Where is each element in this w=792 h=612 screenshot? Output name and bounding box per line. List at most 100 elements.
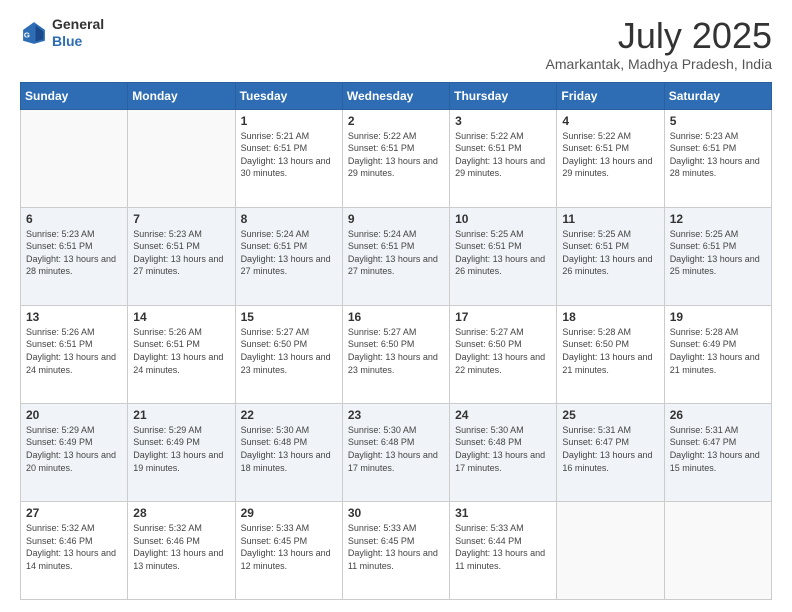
day-number: 17	[455, 310, 551, 324]
calendar-cell: 26 Sunrise: 5:31 AM Sunset: 6:47 PM Dayli…	[664, 403, 771, 501]
calendar-cell	[557, 501, 664, 599]
calendar-week-3: 13 Sunrise: 5:26 AM Sunset: 6:51 PM Dayli…	[21, 305, 772, 403]
calendar-cell: 23Sunrise: 5:30 AM Sunset: 6:48 PM Dayli…	[342, 403, 449, 501]
day-info: Sunrise: 5:25 AM Sunset: 6:51 PM Dayligh…	[562, 228, 658, 278]
day-number: 1	[241, 114, 337, 128]
day-info: Sunrise: 5:29 AM Sunset: 6:49 PM Dayligh…	[133, 424, 229, 474]
day-info: Sunrise: 5:27 AM Sunset: 6:50 PM Dayligh…	[455, 326, 551, 376]
day-info: Sunrise: 5:25 AM Sunset: 6:51 PM Dayligh…	[455, 228, 551, 278]
calendar-week-5: 27Sunrise: 5:32 AM Sunset: 6:46 PM Dayli…	[21, 501, 772, 599]
day-info: Sunrise: 5:23 AM Sunset: 6:51 PM Dayligh…	[133, 228, 229, 278]
calendar-cell: 30 Sunrise: 5:33 AM Sunset: 6:45 PM Dayli…	[342, 501, 449, 599]
day-info: Sunrise: 5:27 AM Sunset: 6:50 PM Dayligh…	[348, 326, 444, 376]
day-info: Sunrise: 5:30 AM Sunset: 6:48 PM Dayligh…	[348, 424, 444, 474]
day-number: 31	[455, 506, 551, 520]
calendar-header-row: SundayMondayTuesdayWednesdayThursdayFrid…	[21, 82, 772, 109]
calendar-cell: 7Sunrise: 5:23 AM Sunset: 6:51 PM Daylig…	[128, 207, 235, 305]
day-info: Sunrise: 5:22 AM Sunset: 6:51 PM Dayligh…	[455, 130, 551, 180]
day-number: 28	[133, 506, 229, 520]
day-info: Sunrise: 5:23 AM Sunset: 6:51 PM Dayligh…	[670, 130, 766, 180]
day-info: Sunrise: 5:23 AM Sunset: 6:51 PM Dayligh…	[26, 228, 122, 278]
day-info: Sunrise: 5:21 AM Sunset: 6:51 PM Dayligh…	[241, 130, 337, 180]
calendar-cell: 25 Sunrise: 5:31 AM Sunset: 6:47 PM Dayli…	[557, 403, 664, 501]
day-number: 13	[26, 310, 122, 324]
day-number: 24	[455, 408, 551, 422]
day-info: Sunrise: 5:30 AM Sunset: 6:48 PM Dayligh…	[241, 424, 337, 474]
logo-line2: Blue	[52, 33, 104, 50]
day-number: 20	[26, 408, 122, 422]
day-info: Sunrise: 5:28 AM Sunset: 6:50 PM Dayligh…	[562, 326, 658, 376]
day-info: Sunrise: 5:31 AM Sunset: 6:47 PM Dayligh…	[562, 424, 658, 474]
day-number: 26	[670, 408, 766, 422]
day-header-wednesday: Wednesday	[342, 82, 449, 109]
day-number: 4	[562, 114, 658, 128]
title-block: July 2025 Amarkantak, Madhya Pradesh, In…	[546, 16, 772, 72]
logo-line1: General	[52, 16, 104, 33]
calendar-cell: 22Sunrise: 5:30 AM Sunset: 6:48 PM Dayli…	[235, 403, 342, 501]
day-info: Sunrise: 5:26 AM Sunset: 6:51 PM Dayligh…	[133, 326, 229, 376]
calendar-week-1: 1 Sunrise: 5:21 AM Sunset: 6:51 PM Daylig…	[21, 109, 772, 207]
day-info: Sunrise: 5:28 AM Sunset: 6:49 PM Dayligh…	[670, 326, 766, 376]
day-number: 15	[241, 310, 337, 324]
day-info: Sunrise: 5:26 AM Sunset: 6:51 PM Dayligh…	[26, 326, 122, 376]
calendar-cell: 29Sunrise: 5:33 AM Sunset: 6:45 PM Dayli…	[235, 501, 342, 599]
calendar-cell: 16 Sunrise: 5:27 AM Sunset: 6:50 PM Dayli…	[342, 305, 449, 403]
day-info: Sunrise: 5:33 AM Sunset: 6:45 PM Dayligh…	[348, 522, 444, 572]
calendar-cell: 9 Sunrise: 5:24 AM Sunset: 6:51 PM Daylig…	[342, 207, 449, 305]
day-number: 21	[133, 408, 229, 422]
calendar-week-4: 20 Sunrise: 5:29 AM Sunset: 6:49 PM Dayli…	[21, 403, 772, 501]
calendar-cell: 6Sunrise: 5:23 AM Sunset: 6:51 PM Daylig…	[21, 207, 128, 305]
day-number: 5	[670, 114, 766, 128]
day-number: 16	[348, 310, 444, 324]
day-info: Sunrise: 5:30 AM Sunset: 6:48 PM Dayligh…	[455, 424, 551, 474]
page: G General Blue July 2025 Amarkantak, Mad…	[0, 0, 792, 612]
calendar-cell: 14 Sunrise: 5:26 AM Sunset: 6:51 PM Dayli…	[128, 305, 235, 403]
day-info: Sunrise: 5:22 AM Sunset: 6:51 PM Dayligh…	[348, 130, 444, 180]
day-info: Sunrise: 5:29 AM Sunset: 6:49 PM Dayligh…	[26, 424, 122, 474]
calendar-cell: 20 Sunrise: 5:29 AM Sunset: 6:49 PM Dayli…	[21, 403, 128, 501]
calendar-cell: 5 Sunrise: 5:23 AM Sunset: 6:51 PM Daylig…	[664, 109, 771, 207]
day-number: 14	[133, 310, 229, 324]
calendar-week-2: 6Sunrise: 5:23 AM Sunset: 6:51 PM Daylig…	[21, 207, 772, 305]
day-number: 25	[562, 408, 658, 422]
calendar-cell	[21, 109, 128, 207]
month-title: July 2025	[546, 16, 772, 56]
calendar-cell: 1 Sunrise: 5:21 AM Sunset: 6:51 PM Daylig…	[235, 109, 342, 207]
day-header-monday: Monday	[128, 82, 235, 109]
day-info: Sunrise: 5:32 AM Sunset: 6:46 PM Dayligh…	[26, 522, 122, 572]
day-number: 19	[670, 310, 766, 324]
day-info: Sunrise: 5:24 AM Sunset: 6:51 PM Dayligh…	[348, 228, 444, 278]
day-number: 8	[241, 212, 337, 226]
calendar-cell: 21 Sunrise: 5:29 AM Sunset: 6:49 PM Dayli…	[128, 403, 235, 501]
logo-text: General Blue	[52, 16, 104, 50]
day-header-tuesday: Tuesday	[235, 82, 342, 109]
day-info: Sunrise: 5:24 AM Sunset: 6:51 PM Dayligh…	[241, 228, 337, 278]
calendar-cell: 28 Sunrise: 5:32 AM Sunset: 6:46 PM Dayli…	[128, 501, 235, 599]
calendar-cell: 18Sunrise: 5:28 AM Sunset: 6:50 PM Dayli…	[557, 305, 664, 403]
calendar-cell: 2Sunrise: 5:22 AM Sunset: 6:51 PM Daylig…	[342, 109, 449, 207]
day-number: 9	[348, 212, 444, 226]
day-info: Sunrise: 5:22 AM Sunset: 6:51 PM Dayligh…	[562, 130, 658, 180]
calendar-cell: 4 Sunrise: 5:22 AM Sunset: 6:51 PM Daylig…	[557, 109, 664, 207]
day-header-friday: Friday	[557, 82, 664, 109]
day-info: Sunrise: 5:25 AM Sunset: 6:51 PM Dayligh…	[670, 228, 766, 278]
day-number: 30	[348, 506, 444, 520]
day-header-saturday: Saturday	[664, 82, 771, 109]
day-number: 29	[241, 506, 337, 520]
day-info: Sunrise: 5:33 AM Sunset: 6:44 PM Dayligh…	[455, 522, 551, 572]
calendar-cell: 12 Sunrise: 5:25 AM Sunset: 6:51 PM Dayli…	[664, 207, 771, 305]
svg-text:G: G	[24, 30, 30, 39]
day-info: Sunrise: 5:27 AM Sunset: 6:50 PM Dayligh…	[241, 326, 337, 376]
calendar-cell: 11Sunrise: 5:25 AM Sunset: 6:51 PM Dayli…	[557, 207, 664, 305]
calendar-cell: 10Sunrise: 5:25 AM Sunset: 6:51 PM Dayli…	[450, 207, 557, 305]
calendar-cell: 24 Sunrise: 5:30 AM Sunset: 6:48 PM Dayli…	[450, 403, 557, 501]
calendar-cell: 17 Sunrise: 5:27 AM Sunset: 6:50 PM Dayli…	[450, 305, 557, 403]
calendar-cell: 27Sunrise: 5:32 AM Sunset: 6:46 PM Dayli…	[21, 501, 128, 599]
calendar-cell: 15 Sunrise: 5:27 AM Sunset: 6:50 PM Dayli…	[235, 305, 342, 403]
day-number: 12	[670, 212, 766, 226]
day-info: Sunrise: 5:32 AM Sunset: 6:46 PM Dayligh…	[133, 522, 229, 572]
day-header-thursday: Thursday	[450, 82, 557, 109]
day-info: Sunrise: 5:31 AM Sunset: 6:47 PM Dayligh…	[670, 424, 766, 474]
calendar-cell: 13 Sunrise: 5:26 AM Sunset: 6:51 PM Dayli…	[21, 305, 128, 403]
calendar-cell: 3Sunrise: 5:22 AM Sunset: 6:51 PM Daylig…	[450, 109, 557, 207]
